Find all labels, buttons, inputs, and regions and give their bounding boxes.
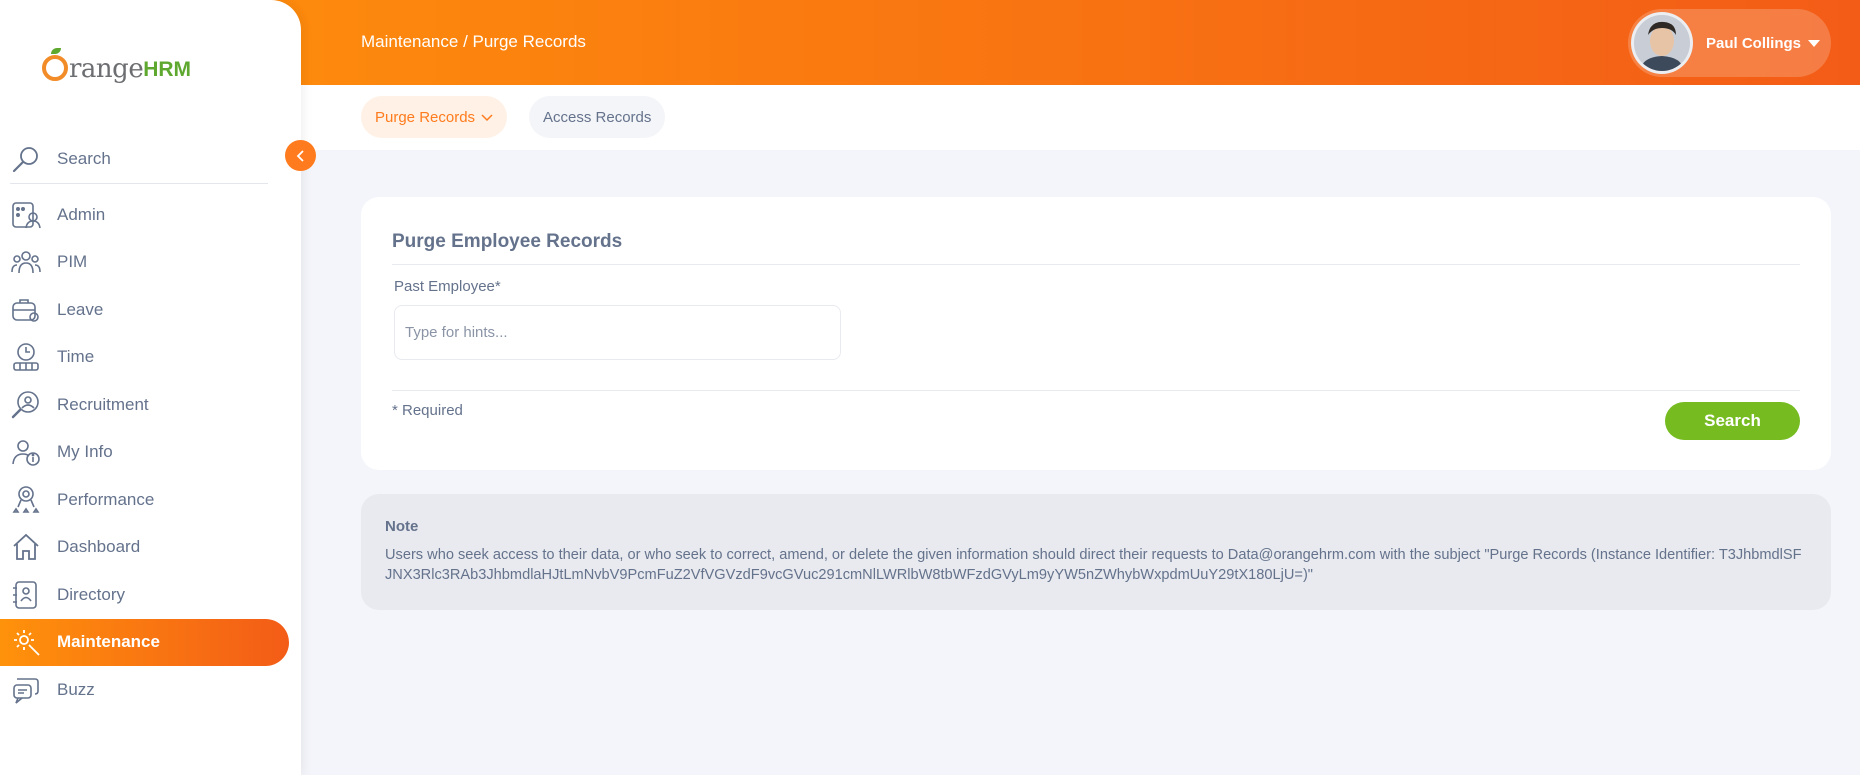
past-employee-label: Past Employee*	[394, 278, 501, 295]
maintenance-icon	[10, 626, 42, 658]
divider	[392, 390, 1800, 391]
admin-icon	[10, 199, 42, 231]
orange-logo-icon	[42, 48, 68, 81]
user-menu[interactable]: Paul Collings	[1628, 9, 1831, 77]
directory-icon	[10, 579, 42, 611]
sidebar-item-my-info[interactable]: My Info	[0, 429, 289, 477]
leave-icon	[10, 294, 42, 326]
purge-records-form: Purge Employee Records Past Employee* * …	[361, 197, 1831, 470]
breadcrumb: Maintenance / Purge Records	[361, 32, 586, 51]
time-icon	[10, 341, 42, 373]
tab-label: Access Records	[543, 108, 652, 126]
chevron-left-icon	[296, 149, 304, 162]
tab-purge-records[interactable]: Purge Records	[361, 96, 508, 138]
sidebar-item-buzz[interactable]: Buzz	[0, 666, 289, 714]
sidebar-item-pim[interactable]: PIM	[0, 239, 289, 287]
sidebar-search[interactable]: Search	[10, 134, 268, 184]
divider	[392, 264, 1800, 265]
caret-down-icon	[1808, 39, 1821, 47]
tab-access-records[interactable]: Access Records	[529, 96, 666, 138]
sidebar: range HRM Search Admin PIM Leave Time Re…	[0, 0, 301, 775]
sidebar-item-time[interactable]: Time	[0, 334, 289, 382]
logo: range HRM	[42, 40, 192, 84]
user-name: Paul Collings	[1706, 34, 1802, 52]
sidebar-item-leave[interactable]: Leave	[0, 286, 289, 334]
form-title: Purge Employee Records	[392, 231, 623, 252]
sidebar-collapse-button[interactable]	[285, 140, 316, 171]
sub-navigation: Purge Records Access Records	[301, 85, 1860, 150]
my-info-icon	[10, 436, 42, 468]
sidebar-item-recruitment[interactable]: Recruitment	[0, 381, 289, 429]
past-employee-input[interactable]	[394, 305, 841, 360]
tab-label: Purge Records	[375, 108, 476, 126]
search-button[interactable]: Search	[1665, 402, 1800, 440]
sidebar-item-maintenance[interactable]: Maintenance	[0, 618, 289, 666]
performance-icon	[10, 484, 42, 516]
sidebar-item-dashboard[interactable]: Dashboard	[0, 524, 289, 572]
pim-icon	[10, 246, 42, 278]
dashboard-icon	[10, 531, 42, 563]
avatar	[1631, 12, 1693, 74]
recruitment-icon	[10, 389, 42, 421]
search-icon	[10, 143, 42, 175]
buzz-icon	[10, 674, 42, 706]
sidebar-search-label: Search	[57, 148, 111, 168]
required-note: * Required	[392, 402, 463, 419]
note-panel: Note Users who seek access to their data…	[361, 494, 1831, 610]
sidebar-item-directory[interactable]: Directory	[0, 571, 289, 619]
note-title: Note	[385, 518, 419, 535]
sidebar-item-performance[interactable]: Performance	[0, 476, 289, 524]
sidebar-menu: Admin PIM Leave Time Recruitment My Info…	[0, 191, 289, 714]
note-body: Users who seek access to their data, or …	[385, 547, 1802, 583]
sidebar-item-admin[interactable]: Admin	[0, 191, 289, 239]
chevron-down-icon	[481, 109, 493, 126]
